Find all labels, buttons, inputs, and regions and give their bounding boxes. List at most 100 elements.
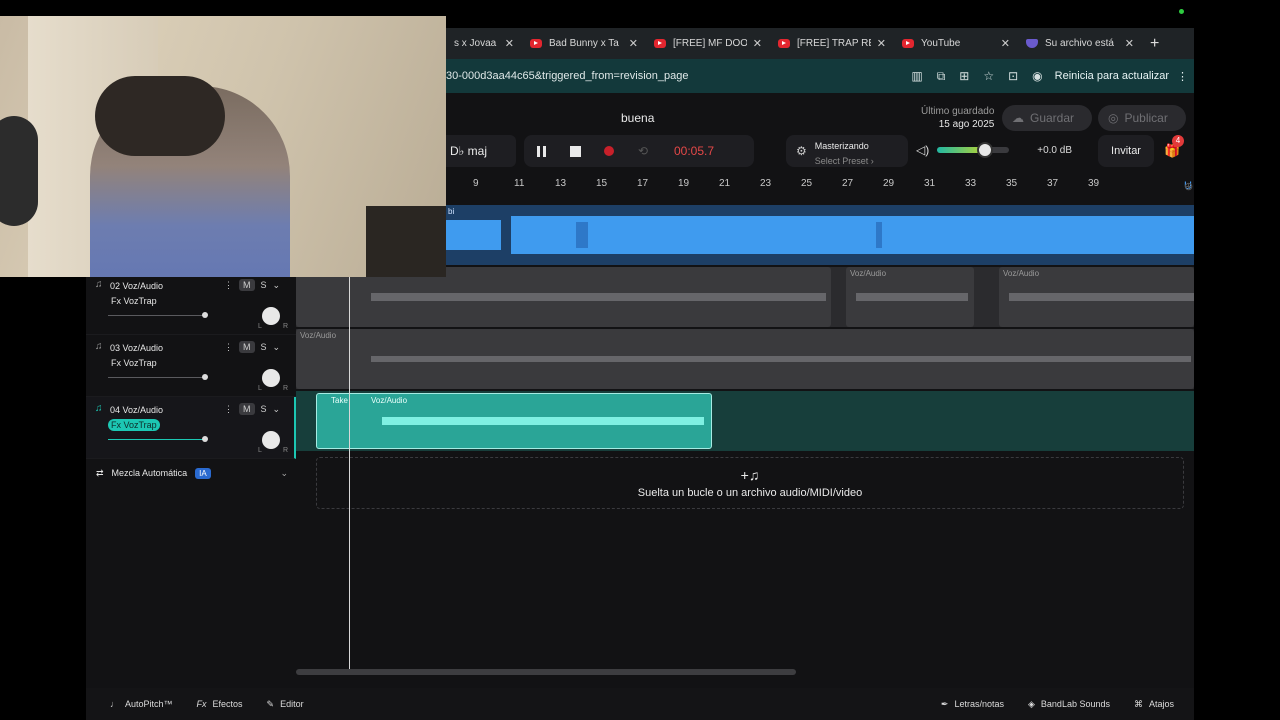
autopitch-button[interactable]: ♩ AutoPitch™ [98, 699, 185, 709]
auto-mix-label: Mezcla Automática [111, 468, 188, 478]
timeline-ruler[interactable]: 9 11 13 15 17 19 21 23 25 27 29 31 33 35… [446, 175, 1194, 195]
autopitch-icon: ♩ [110, 699, 119, 709]
close-tab-icon[interactable]: ✕ [629, 37, 638, 50]
audio-clip[interactable]: Voz/Audio [999, 267, 1194, 327]
save-button[interactable]: ☁ Guardar [1002, 105, 1092, 131]
loop-icon: ⟲ [637, 144, 649, 158]
recorded-clip[interactable]: Take Voz/Audio [316, 393, 712, 449]
speaker-icon[interactable]: ◁) [916, 143, 929, 157]
auto-mix-row[interactable]: ⇄ Mezcla Automática IA ⌄ [86, 459, 296, 487]
menu-dots-icon[interactable]: ⋮ [1177, 70, 1188, 83]
track-volume-slider[interactable] [108, 312, 208, 318]
volume-knob[interactable] [202, 374, 208, 380]
more-icon[interactable]: ⋮ [224, 280, 233, 291]
invite-button[interactable]: Invitar [1098, 135, 1154, 167]
publish-button[interactable]: ◎ Publicar [1098, 105, 1186, 131]
browser-tab[interactable]: [FREE] TRAP RE ✕ [770, 28, 894, 59]
fx-badge[interactable]: Fx VozTrap [108, 419, 160, 431]
ruler-mark: 11 [514, 178, 525, 189]
browser-tab[interactable]: Su archivo está ✕ [1018, 28, 1142, 59]
browser-tab[interactable]: s x Jovaa ✕ [446, 28, 522, 59]
clip-label: Voz/Audio [850, 269, 887, 278]
volume-knob[interactable] [202, 312, 208, 318]
mastering-preset: Select Preset › [814, 156, 874, 166]
track-header-04[interactable]: ♫ 04 Voz/Audio Fx VozTrap ⋮ M S ⌄ LR [86, 397, 296, 459]
key-button[interactable]: D♭ maj [446, 135, 516, 167]
bookmark-star-icon[interactable]: ☆ [983, 69, 994, 83]
last-saved-label: Último guardado [921, 106, 995, 117]
audio-clip[interactable]: Voz/Audio [296, 329, 1194, 389]
audio-waveform [1009, 293, 1194, 301]
last-saved-date: 15 ago 2025 [938, 119, 995, 130]
fx-badge[interactable]: Fx VozTrap [108, 295, 160, 307]
chevron-down-icon[interactable]: ⌄ [273, 280, 281, 291]
ruler-mark: 29 [883, 178, 895, 189]
browser-tab[interactable]: YouTube ✕ [894, 28, 1018, 59]
pause-button[interactable] [524, 145, 558, 157]
chevron-down-icon[interactable]: ⌄ [273, 342, 281, 353]
audio-clip[interactable]: Voz/Audio [846, 267, 974, 327]
url-text[interactable]: 30-000d3aa44c65&triggered_from=revision_… [446, 70, 911, 82]
gift-icon[interactable]: 🎁 4 [1164, 135, 1184, 159]
autopitch-label: AutoPitch™ [125, 699, 173, 709]
more-icon[interactable]: ⋮ [224, 342, 233, 353]
shortcuts-button[interactable]: ⌘ Atajos [1122, 699, 1186, 710]
mute-button[interactable]: M [239, 341, 255, 353]
loop-button[interactable]: ⟲ [626, 144, 660, 158]
tab-title: [FREE] TRAP RE [797, 38, 871, 49]
mastering-button[interactable]: ⚙ Masterizando Select Preset › [786, 135, 908, 167]
master-volume: ◁) +0.0 dB [916, 142, 1072, 158]
mute-button[interactable]: M [239, 403, 255, 415]
mute-button[interactable]: M [239, 279, 255, 291]
close-tab-icon[interactable]: ✕ [1001, 37, 1010, 50]
solo-button[interactable]: S [261, 280, 267, 290]
track-04-lane[interactable]: Take Voz/Audio [296, 391, 1194, 451]
project-name[interactable]: buena [621, 111, 654, 125]
chevron-down-icon[interactable]: ⌄ [273, 404, 281, 415]
volume-db: +0.0 dB [1037, 144, 1072, 156]
stop-button[interactable] [558, 145, 592, 157]
update-label: Reinicia para actualizar [1054, 70, 1169, 82]
track-header-03[interactable]: ♫ 03 Voz/Audio Fx VozTrap ⋮ M S ⌄ LR [86, 335, 296, 397]
zoom-in-icon[interactable]: ⊕ [1184, 180, 1193, 193]
track-03-lane[interactable]: Voz/Audio [296, 329, 1194, 389]
lyrics-button[interactable]: ✒ Letras/notas [929, 699, 1016, 710]
browser-tab[interactable]: [FREE] MF DOO ✕ [646, 28, 770, 59]
reading-mode-icon[interactable]: ▥ [911, 69, 922, 83]
solo-button[interactable]: S [261, 342, 267, 352]
close-tab-icon[interactable]: ✕ [753, 37, 762, 50]
fx-badge[interactable]: Fx VozTrap [108, 357, 160, 369]
close-tab-icon[interactable]: ✕ [1125, 37, 1134, 50]
track-volume-slider[interactable] [108, 436, 208, 442]
solo-button[interactable]: S [261, 404, 267, 414]
fx-icon: Fx [196, 699, 207, 709]
profile-icon[interactable]: ◉ [1032, 69, 1042, 83]
close-tab-icon[interactable]: ✕ [505, 37, 514, 50]
search-tabs-icon[interactable]: ⊡ [1008, 69, 1018, 83]
effects-button[interactable]: Fx Efectos [185, 699, 255, 709]
volume-slider[interactable] [937, 142, 1010, 158]
audio-waveform [371, 356, 1191, 362]
volume-knob[interactable] [977, 142, 994, 158]
chevron-down-icon[interactable]: ⌄ [280, 468, 288, 479]
close-tab-icon[interactable]: ✕ [877, 37, 886, 50]
youtube-icon [778, 39, 790, 48]
tab-title: s x Jovaa [454, 38, 497, 49]
cast-icon[interactable]: ⧉ [937, 69, 946, 84]
track-name: 03 Voz/Audio [110, 343, 164, 353]
translate-icon[interactable]: ⊞ [959, 69, 969, 83]
more-icon[interactable]: ⋮ [224, 404, 233, 415]
ai-badge: IA [195, 467, 211, 479]
browser-tab[interactable]: Bad Bunny x Ta ✕ [522, 28, 646, 59]
new-tab-icon[interactable]: + [1150, 35, 1159, 53]
volume-knob[interactable] [202, 436, 208, 442]
track-volume-slider[interactable] [108, 374, 208, 380]
horizontal-scrollbar[interactable] [296, 669, 796, 675]
track-header-02[interactable]: ♫ 02 Voz/Audio Fx VozTrap ⋮ M S ⌄ LR [86, 273, 296, 335]
editor-button[interactable]: ✎ Editor [255, 699, 316, 710]
record-button[interactable] [592, 146, 626, 156]
bandlab-sounds-button[interactable]: ◈ BandLab Sounds [1016, 699, 1122, 710]
update-button[interactable]: Reinicia para actualizar ⋮ [1055, 70, 1188, 83]
drop-zone[interactable]: +♫ Suelta un bucle o un archivo audio/MI… [316, 457, 1184, 509]
webcam-background [366, 206, 446, 277]
